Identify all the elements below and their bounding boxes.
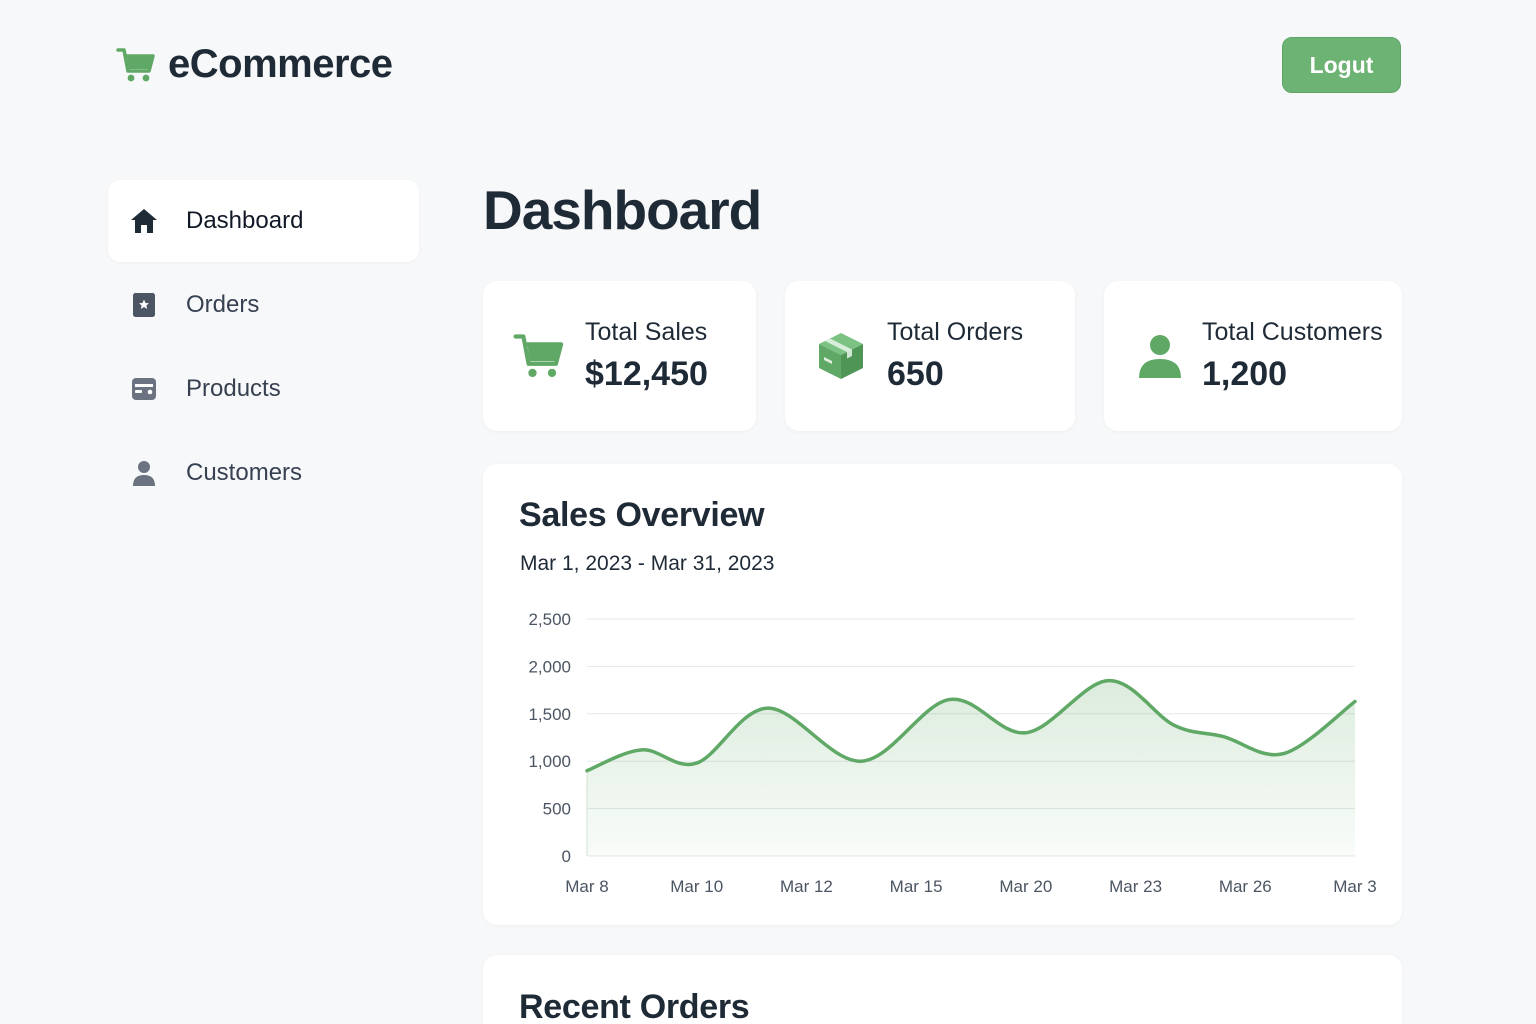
sidebar-item-label: Customers xyxy=(186,459,303,486)
user-icon xyxy=(1134,330,1186,382)
y-tick-label: 500 xyxy=(543,800,571,819)
stat-card-total-sales: Total Sales $12,450 xyxy=(483,281,756,431)
stat-card-total-customers: Total Customers 1,200 xyxy=(1104,281,1402,431)
sidebar: Dashboard Orders Products Customers xyxy=(108,180,419,516)
x-tick-label: Mar 15 xyxy=(890,877,943,896)
stat-value: $12,450 xyxy=(585,355,708,393)
box-icon xyxy=(815,330,867,382)
x-tick-label: Mar 3 xyxy=(1333,877,1376,896)
stat-value: 650 xyxy=(887,355,944,393)
logout-button[interactable]: Logut xyxy=(1282,37,1401,93)
sidebar-item-products[interactable]: Products xyxy=(108,348,419,430)
user-icon xyxy=(130,459,158,487)
stat-label: Total Orders xyxy=(887,318,1024,346)
x-tick-label: Mar 12 xyxy=(780,877,833,896)
brand-name: eCommerce xyxy=(168,42,393,86)
sidebar-item-customers[interactable]: Customers xyxy=(108,432,419,514)
home-icon xyxy=(130,207,158,235)
brand: eCommerce xyxy=(116,42,393,87)
stat-card-total-orders: Total Orders 650 xyxy=(785,281,1075,431)
y-tick-label: 1,000 xyxy=(528,752,571,771)
cart-icon xyxy=(116,47,155,81)
x-tick-label: Mar 26 xyxy=(1219,877,1272,896)
sidebar-item-label: Products xyxy=(186,375,281,402)
sidebar-item-orders[interactable]: Orders xyxy=(108,264,419,346)
y-tick-label: 2,000 xyxy=(528,657,571,676)
cart-icon xyxy=(513,330,565,382)
y-tick-label: 2,500 xyxy=(528,610,571,629)
sales-chart: 0 500 1,000 1,500 2,000 2,500 Mar 8 Mar 10 Mar 1… xyxy=(528,610,1376,896)
sidebar-item-dashboard[interactable]: Dashboard xyxy=(108,180,419,262)
panel-title: Recent Orders xyxy=(519,988,750,1024)
y-tick-label: 1,500 xyxy=(528,705,571,724)
x-tick-label: Mar 8 xyxy=(565,877,608,896)
y-tick-label: 0 xyxy=(562,847,571,866)
stat-label: Total Customers xyxy=(1202,318,1383,346)
products-icon xyxy=(130,375,158,403)
recent-orders-panel: Recent Orders xyxy=(483,955,1402,1024)
sidebar-item-label: Dashboard xyxy=(186,207,304,234)
x-tick-label: Mar 10 xyxy=(670,877,723,896)
sales-area xyxy=(587,680,1355,856)
page-title: Dashboard xyxy=(483,179,762,241)
orders-icon xyxy=(130,291,158,319)
x-tick-label: Mar 23 xyxy=(1109,877,1162,896)
x-tick-label: Mar 20 xyxy=(999,877,1052,896)
sales-overview-panel: Sales Overview Mar 1, 2023 - Mar 31, 202… xyxy=(483,464,1402,925)
stat-label: Total Sales xyxy=(585,318,708,346)
sidebar-item-label: Orders xyxy=(186,291,260,318)
stat-value: 1,200 xyxy=(1202,355,1288,393)
